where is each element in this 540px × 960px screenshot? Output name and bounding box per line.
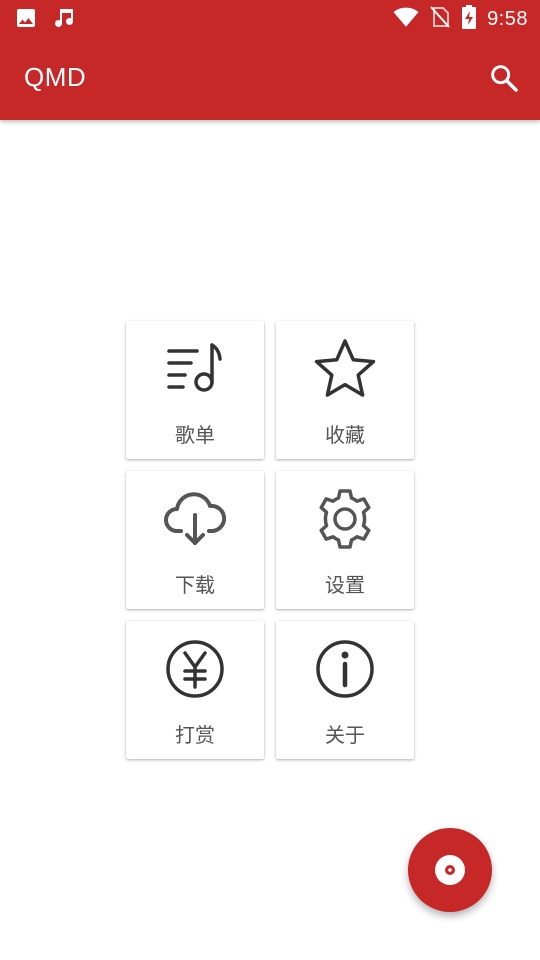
music-note-icon — [52, 6, 76, 34]
battery-charging-icon — [461, 4, 477, 34]
info-icon — [313, 637, 377, 701]
menu-item-label: 打赏 — [175, 723, 215, 747]
menu-item-playlist[interactable]: 歌单 — [126, 321, 264, 459]
disc-icon — [434, 854, 466, 886]
menu-item-about[interactable]: 关于 — [276, 621, 414, 759]
search-button[interactable] — [488, 62, 520, 94]
yen-icon — [163, 637, 227, 701]
app-title: QMD — [24, 62, 87, 92]
menu-item-label: 下载 — [175, 573, 215, 597]
no-sim-icon — [429, 5, 451, 33]
menu-item-tip[interactable]: 打赏 — [126, 621, 264, 759]
status-bar: 9:58 — [0, 0, 540, 38]
menu-item-download[interactable]: 下载 — [126, 471, 264, 609]
menu-item-settings[interactable]: 设置 — [276, 471, 414, 609]
search-icon — [491, 65, 518, 92]
cloud-download-icon — [163, 487, 227, 551]
app-bar: 9:58 QMD — [0, 0, 540, 120]
menu-item-label: 歌单 — [175, 423, 215, 447]
menu-item-label: 收藏 — [325, 423, 365, 447]
now-playing-fab[interactable] — [408, 828, 492, 912]
star-icon — [313, 337, 377, 401]
menu-item-label: 设置 — [325, 573, 365, 597]
status-time: 9:58 — [487, 7, 528, 30]
main-menu-grid: 歌单 收藏 下载 设置 打赏 关于 — [126, 321, 414, 759]
menu-item-label: 关于 — [325, 723, 365, 747]
gear-icon — [313, 487, 377, 551]
menu-item-favorites[interactable]: 收藏 — [276, 321, 414, 459]
wifi-icon — [393, 4, 419, 34]
playlist-icon — [163, 337, 227, 401]
image-icon — [14, 6, 38, 34]
